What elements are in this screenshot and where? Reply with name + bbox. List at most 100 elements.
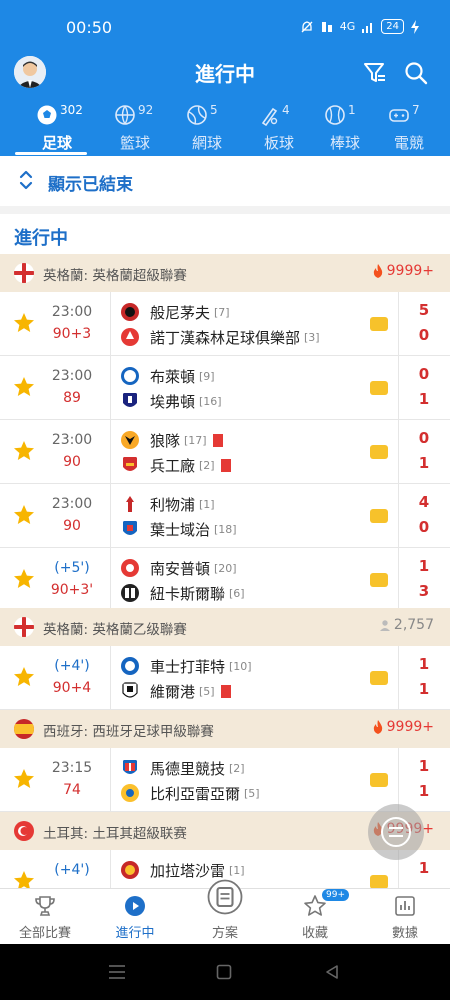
divider <box>398 548 399 612</box>
team-rank: [7] <box>214 305 230 319</box>
league-name: 英格蘭: 英格蘭超級聯賽 <box>43 268 187 284</box>
tab-count: 1 <box>348 103 356 117</box>
away-score: 1 <box>418 680 430 698</box>
home-icon[interactable] <box>216 964 232 980</box>
home-team: 加拉塔沙雷 [1] <box>120 859 245 881</box>
match-minute: 89 <box>63 390 81 406</box>
team-rank: [20] <box>214 561 237 575</box>
signal-icon <box>362 22 373 33</box>
divider <box>398 356 399 420</box>
southampton-logo-icon <box>121 559 139 577</box>
live-stream-icon[interactable] <box>370 573 388 587</box>
league-header[interactable]: 英格蘭: 英格蘭超級聯賽 9999+ <box>0 254 450 292</box>
team-name: 布萊頓 <box>150 367 196 386</box>
nav-all-matches[interactable]: 全部比賽 <box>0 889 90 945</box>
home-score: 0 <box>418 365 430 383</box>
match-row[interactable]: (+5') 90+3' 南安普頓 [20] 紐卡斯爾聯 [6] 1 3 <box>0 548 450 612</box>
nottingham-logo-icon <box>121 328 139 346</box>
favorites-badge: 99+ <box>322 889 349 901</box>
battery-level: 24 <box>381 19 404 34</box>
tab-tennis[interactable]: 5 網球 <box>172 98 242 156</box>
tab-esports[interactable]: 7 電競 <box>374 98 444 156</box>
match-row[interactable]: (+4') 90+4 車士打菲特 [10] 維爾港 [5] 1 1 <box>0 646 450 710</box>
trophy-icon <box>35 896 55 916</box>
everton-logo-icon <box>123 393 137 407</box>
favorite-star-icon[interactable] <box>12 311 36 335</box>
nav-data[interactable]: 數據 <box>360 889 450 945</box>
match-row[interactable]: 23:15 74 馬德里競技 [2] 比利亞雷亞爾 [5] 1 1 <box>0 748 450 812</box>
baseball-icon <box>325 105 345 125</box>
match-row[interactable]: 23:00 89 布萊頓 [9] 埃弗頓 [16] 0 1 <box>0 356 450 420</box>
match-row[interactable]: 23:00 90+3 般尼茅夫 [7] 諾丁漢森林足球俱樂部 [3] 5 0 <box>0 292 450 356</box>
live-stream-icon[interactable] <box>370 381 388 395</box>
nav-plans[interactable]: 方案 <box>180 879 270 945</box>
team-rank: [5] <box>199 684 215 698</box>
home-team: 南安普頓 [20] <box>120 557 237 579</box>
filter-icon[interactable] <box>362 60 388 86</box>
system-nav-bar <box>0 944 450 1000</box>
away-team: 紐卡斯爾聯 [6] <box>120 582 245 604</box>
live-stream-icon[interactable] <box>370 875 388 889</box>
team-name: 紐卡斯爾聯 <box>150 584 226 603</box>
charging-icon <box>411 19 419 34</box>
divider <box>398 292 399 356</box>
tab-label: 籃球 <box>119 134 150 152</box>
live-stream-icon[interactable] <box>370 773 388 787</box>
tab-cricket[interactable]: 4 板球 <box>244 98 314 156</box>
league-header[interactable]: 英格蘭: 英格蘭乙级聯賽 2,757 <box>0 608 450 646</box>
tab-basketball[interactable]: 92 籃球 <box>100 98 170 156</box>
nav-live[interactable]: 進行中 <box>90 889 180 945</box>
floating-action-button[interactable] <box>368 804 424 860</box>
favorite-star-icon[interactable] <box>12 567 36 591</box>
away-team: 兵工廠 [2] <box>120 454 231 476</box>
team-name: 馬德里競技 <box>150 759 226 778</box>
favorite-star-icon[interactable] <box>12 439 36 463</box>
favorite-star-icon[interactable] <box>12 665 36 689</box>
favorite-star-icon[interactable] <box>12 503 36 527</box>
match-row[interactable]: 23:00 90 利物浦 [1] 葉士域治 [18] 4 0 <box>0 484 450 548</box>
chesterfield-logo-icon <box>121 657 139 675</box>
back-icon[interactable] <box>324 964 340 980</box>
wifi-icon <box>321 21 332 32</box>
team-rank: [9] <box>199 369 215 383</box>
team-name: 維爾港 <box>150 682 196 701</box>
show-ended-toggle[interactable]: 顯示已結束 <box>0 156 450 206</box>
team-rank: [10] <box>229 659 252 673</box>
live-stream-icon[interactable] <box>370 445 388 459</box>
divider <box>110 420 111 484</box>
tennis-icon <box>187 105 207 125</box>
divider <box>398 646 399 710</box>
section-title: 進行中 <box>14 228 68 249</box>
recent-apps-icon[interactable] <box>108 964 126 980</box>
live-stream-icon[interactable] <box>370 509 388 523</box>
search-icon[interactable] <box>403 60 429 86</box>
ipswich-logo-icon <box>123 521 137 535</box>
show-ended-label: 顯示已結束 <box>48 175 133 195</box>
sport-tabs: 302 足球 92 籃球 5 網球 4 板球 1 棒球 7 電競 <box>0 98 450 156</box>
england-flag-icon <box>14 617 34 637</box>
tab-baseball[interactable]: 1 棒球 <box>310 98 380 156</box>
away-score: 1 <box>418 390 430 408</box>
nav-favorites[interactable]: 99+ 收藏 <box>270 889 360 945</box>
wolves-logo-icon <box>121 431 139 449</box>
tab-label: 棒球 <box>329 134 360 152</box>
match-row[interactable]: 23:00 90 狼隊 [17] 兵工廠 [2] 0 1 <box>0 420 450 484</box>
team-name: 埃弗頓 <box>150 392 196 411</box>
team-name: 兵工廠 <box>150 456 196 475</box>
live-stream-icon[interactable] <box>370 317 388 331</box>
team-name: 葉士域治 <box>150 520 211 539</box>
kickoff-time: 23:00 <box>51 368 93 384</box>
divider <box>110 748 111 812</box>
favorite-star-icon[interactable] <box>12 767 36 791</box>
user-icon <box>379 620 390 631</box>
england-flag-icon <box>14 263 34 283</box>
section-header: 進行中 <box>0 214 450 254</box>
team-name: 狼隊 <box>150 431 181 450</box>
league-header[interactable]: 西班牙: 西班牙足球甲級聯賽 9999+ <box>0 710 450 748</box>
expand-collapse-icon <box>19 170 33 190</box>
team-rank: [1] <box>199 497 215 511</box>
team-rank: [2] <box>199 458 215 472</box>
live-stream-icon[interactable] <box>370 671 388 685</box>
favorite-star-icon[interactable] <box>12 375 36 399</box>
tab-football[interactable]: 302 足球 <box>22 98 92 156</box>
